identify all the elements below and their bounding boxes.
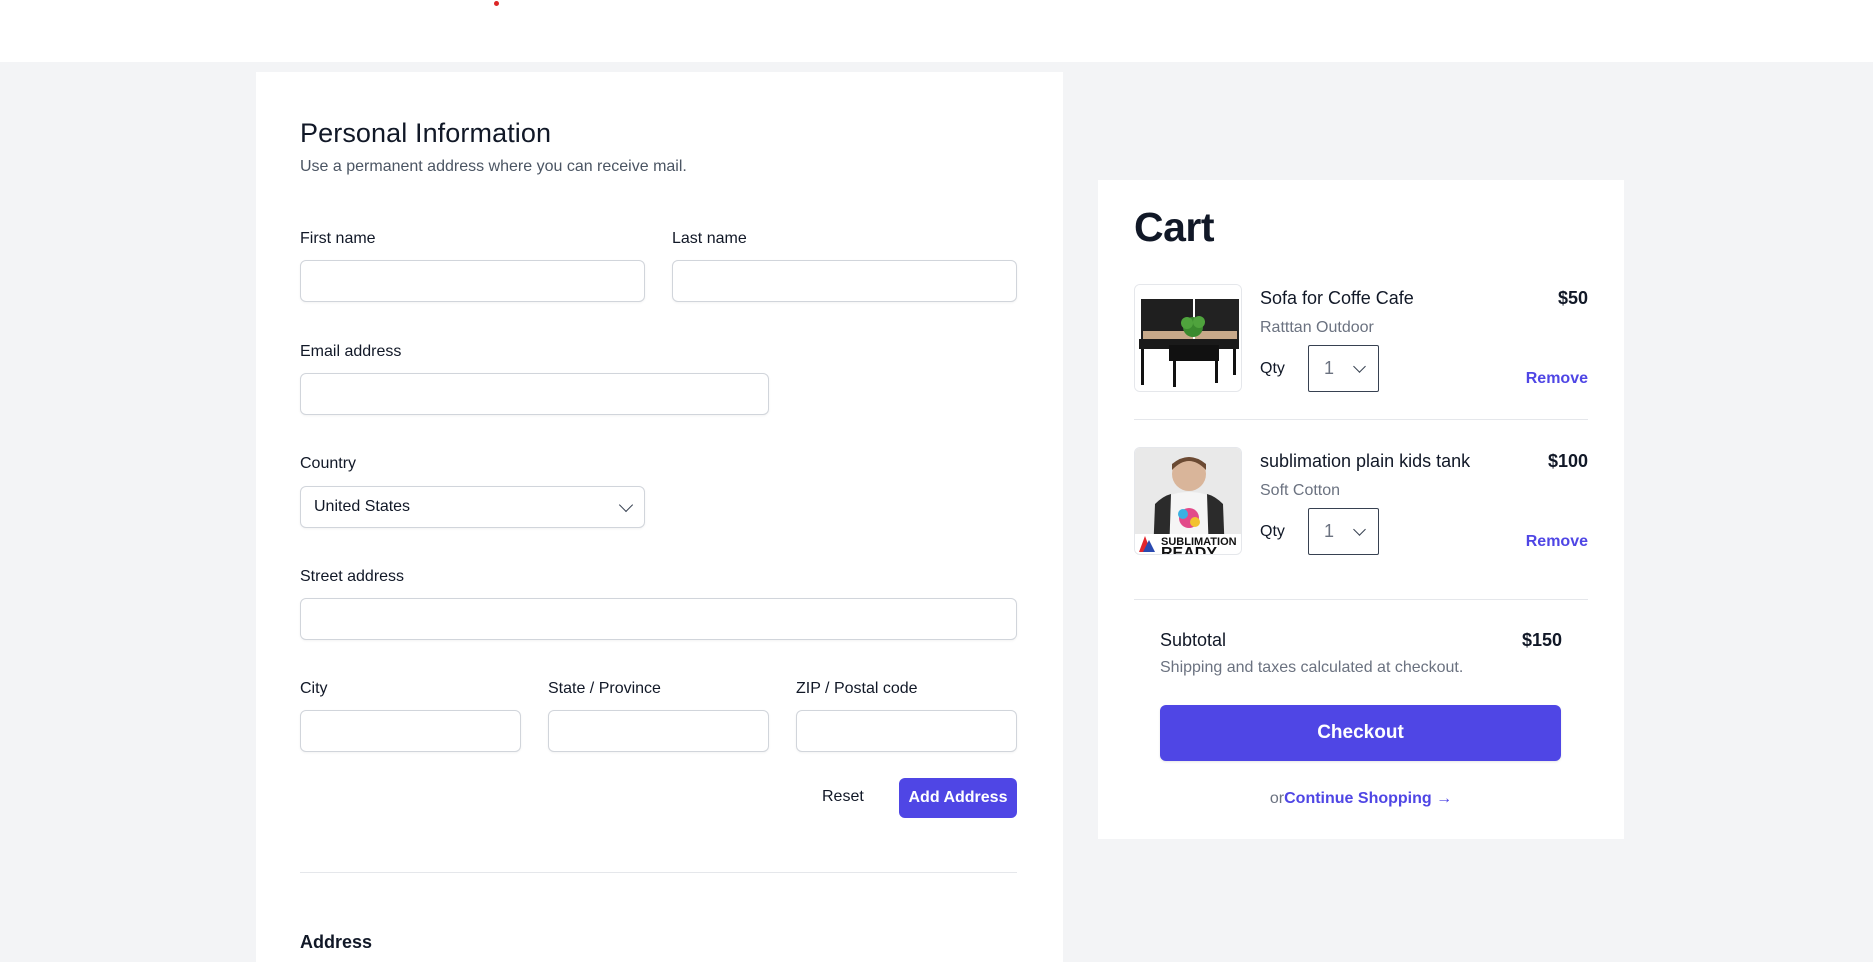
- qty-value: 1: [1324, 358, 1335, 378]
- city-input[interactable]: [300, 710, 521, 752]
- address-heading: Address: [300, 932, 373, 952]
- shipping-note: Shipping and taxes calculated at checkou…: [1160, 659, 1464, 676]
- qty-select[interactable]: 1: [1308, 508, 1379, 555]
- last-name-input[interactable]: [672, 260, 1017, 302]
- chevron-down-icon: [1353, 359, 1366, 373]
- reset-button[interactable]: Reset: [822, 778, 864, 816]
- qty-label: Qty: [1260, 523, 1285, 540]
- add-address-button[interactable]: Add Address: [899, 778, 1017, 818]
- qty-select[interactable]: 1: [1308, 345, 1379, 392]
- qty-label: Qty: [1260, 360, 1285, 377]
- country-value: United States: [314, 498, 411, 515]
- cart-item: Sofa for Coffe Cafe $50 Ratttan Outdoor …: [1134, 284, 1588, 392]
- subtotal-label: Subtotal: [1160, 630, 1227, 650]
- cart-title: Cart: [1134, 204, 1215, 250]
- zip-input[interactable]: [796, 710, 1017, 752]
- image-text-ready: READY: [1161, 545, 1217, 555]
- qty-value: 1: [1324, 521, 1335, 541]
- product-image-sofa[interactable]: [1134, 284, 1242, 392]
- zip-label: ZIP / Postal code: [796, 680, 918, 697]
- summary-divider: [1134, 599, 1588, 600]
- chevron-down-icon: [618, 497, 634, 512]
- subtotal-value: $150: [1521, 630, 1562, 650]
- form-title: Personal Information: [300, 118, 552, 148]
- remove-button[interactable]: Remove: [1526, 370, 1588, 388]
- continue-shopping-link[interactable]: Continue Shopping →: [1284, 790, 1452, 807]
- item-price: $100: [1547, 451, 1588, 471]
- cart-panel: Cart Sofa for Coffe Cafe $50 Ratttan Out…: [1098, 180, 1624, 839]
- section-divider: [300, 872, 1017, 873]
- chevron-down-icon: [1353, 522, 1366, 536]
- city-label: City: [300, 680, 328, 697]
- product-image-tank[interactable]: SUBLIMATION READY: [1134, 447, 1242, 555]
- item-divider: [1134, 419, 1588, 420]
- last-name-label: Last name: [672, 230, 747, 247]
- email-label: Email address: [300, 343, 402, 360]
- first-name-input[interactable]: [300, 260, 645, 302]
- first-name-label: First name: [300, 230, 376, 247]
- notification-dot: [494, 1, 499, 6]
- top-navbar: [0, 0, 1873, 62]
- street-label: Street address: [300, 568, 405, 585]
- kids-shirt-image: SUBLIMATION READY: [1135, 448, 1241, 555]
- sofa-image: [1135, 285, 1241, 391]
- state-input[interactable]: [548, 710, 769, 752]
- item-name[interactable]: sublimation plain kids tank: [1260, 451, 1470, 472]
- continue-shopping-line: orContinue Shopping →: [1098, 790, 1624, 808]
- item-name[interactable]: Sofa for Coffe Cafe: [1260, 288, 1414, 309]
- checkout-button[interactable]: Checkout: [1160, 705, 1561, 761]
- personal-info-form: Personal Information Use a permanent add…: [256, 72, 1063, 962]
- email-input[interactable]: [300, 373, 769, 415]
- country-select[interactable]: United States: [300, 486, 645, 528]
- form-subtitle: Use a permanent address where you can re…: [300, 158, 687, 175]
- remove-button[interactable]: Remove: [1526, 533, 1588, 551]
- country-label: Country: [300, 455, 357, 472]
- item-variant: Ratttan Outdoor: [1260, 319, 1374, 336]
- item-price: $50: [1557, 288, 1588, 308]
- cart-item: SUBLIMATION READY sublimation plain kids…: [1134, 447, 1588, 555]
- state-label: State / Province: [548, 680, 661, 697]
- or-text: or: [1269, 790, 1285, 807]
- item-variant: Soft Cotton: [1260, 482, 1341, 499]
- street-input[interactable]: [300, 598, 1017, 640]
